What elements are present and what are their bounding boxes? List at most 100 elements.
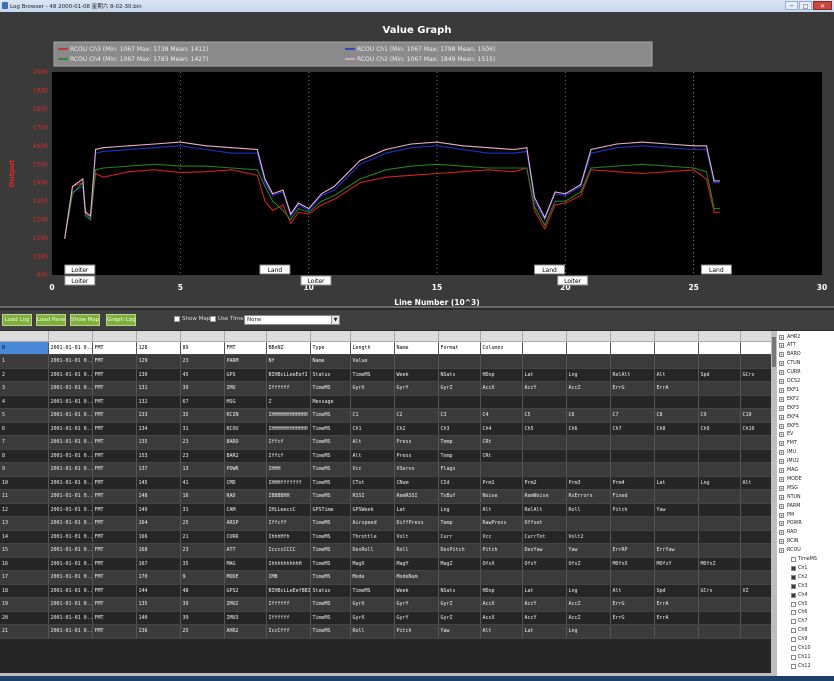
table-cell[interactable]: GPSTime (310, 503, 351, 517)
table-cell[interactable] (654, 395, 699, 409)
table-cell[interactable]: AccY (522, 597, 567, 612)
table-cell[interactable]: GyrY (394, 611, 439, 625)
table-cell[interactable]: 0 (0, 341, 49, 355)
table-cell[interactable]: GCrs (740, 368, 771, 382)
tree-group-node[interactable]: + DCS2 (779, 378, 800, 386)
table-cell[interactable]: 2001-01-01 0... (48, 341, 93, 355)
table-cell[interactable] (610, 570, 655, 585)
table-cell[interactable]: MOfsX (610, 557, 655, 571)
table-cell[interactable]: Roll (566, 503, 611, 517)
table-cell[interactable]: Press (394, 435, 439, 450)
table-cell[interactable]: Alt (740, 476, 771, 490)
table-cell[interactable]: 135 (136, 435, 181, 450)
table-cell[interactable]: 67 (180, 395, 225, 409)
tree-group-node[interactable]: + EKF4 (779, 413, 799, 421)
table-cell[interactable]: C3 (438, 408, 481, 423)
tree-group-node[interactable]: + RCOU (779, 547, 801, 555)
table-cell[interactable]: 149 (136, 503, 181, 517)
table-cell[interactable]: Alt (654, 368, 699, 382)
table-cell[interactable]: Lng (566, 624, 611, 639)
table-cell[interactable]: Spd (654, 584, 699, 598)
table-cell[interactable]: TimeMS (310, 489, 351, 504)
table-cell[interactable]: 2001-01-01 0... (48, 489, 93, 504)
table-cell[interactable]: GyrY (394, 597, 439, 612)
table-cell[interactable]: Name (394, 341, 439, 355)
table-cell[interactable]: Pitch (394, 624, 439, 639)
expand-icon[interactable]: + (779, 387, 784, 393)
table-cell[interactable]: BAR2 (224, 449, 267, 463)
grid-header-cell[interactable] (698, 331, 741, 342)
table-cell[interactable] (740, 435, 771, 450)
table-cell[interactable]: Alt (480, 503, 523, 517)
table-cell[interactable]: 2001-01-01 0... (48, 395, 93, 409)
graph-log-button[interactable]: Graph Log (106, 314, 136, 326)
table-cell[interactable]: 153 (136, 449, 181, 463)
table-cell[interactable]: Lat (522, 584, 567, 598)
table-cell[interactable]: 164 (136, 516, 181, 531)
field-checkbox[interactable] (791, 654, 796, 660)
table-cell[interactable]: FMT (92, 557, 137, 571)
table-cell[interactable]: FMT (92, 354, 137, 369)
table-cell[interactable] (438, 395, 481, 409)
table-cell[interactable]: Throttle (350, 530, 395, 544)
table-cell[interactable]: RCIN (224, 408, 267, 423)
table-cell[interactable] (698, 395, 741, 409)
table-cell[interactable]: 21 (180, 530, 225, 544)
table-cell[interactable]: IBBBBHH (266, 489, 311, 504)
table-row[interactable]: 9 2001-01-01 0... FMT 137 13 POWR IHHH TimeMS Vc… (0, 462, 771, 477)
grid-header-cell[interactable] (224, 331, 267, 342)
table-cell[interactable]: Pitch (610, 503, 655, 517)
table-cell[interactable]: TimeMS (310, 462, 351, 477)
field-checkbox[interactable] (791, 557, 796, 562)
table-cell[interactable]: AccX (480, 611, 523, 625)
tree-field-node[interactable]: Ch3 (791, 582, 807, 590)
table-cell[interactable] (522, 449, 567, 463)
table-cell[interactable]: 2001-01-01 0... (48, 435, 93, 450)
table-cell[interactable]: Length (350, 341, 395, 355)
table-cell[interactable]: IHLLeeccC (266, 503, 311, 517)
table-cell[interactable]: BIHBcLLeeEefI (266, 368, 311, 382)
grid-header-cell[interactable] (480, 331, 523, 342)
table-cell[interactable]: IHHHHHHHHHHHH (266, 408, 311, 423)
table-cell[interactable] (350, 395, 395, 409)
table-cell[interactable]: 2001-01-01 0... (48, 381, 93, 396)
table-cell[interactable]: Message (310, 395, 351, 409)
table-cell[interactable]: ErrA (654, 381, 699, 396)
table-cell[interactable]: GPSWeek (350, 503, 395, 517)
grid-header-cell[interactable] (310, 331, 351, 342)
table-cell[interactable] (698, 624, 741, 639)
table-cell[interactable] (438, 354, 481, 369)
table-cell[interactable]: TimeMS (350, 368, 395, 382)
table-cell[interactable] (654, 570, 699, 585)
table-cell[interactable]: MSG (224, 395, 267, 409)
table-cell[interactable]: FMT (92, 341, 137, 355)
table-cell[interactable] (566, 395, 611, 409)
field-checkbox[interactable] (791, 610, 796, 616)
table-cell[interactable] (698, 381, 741, 396)
table-cell[interactable]: CMD (224, 476, 267, 490)
tree-group-node[interactable]: + MODE (779, 475, 802, 483)
table-cell[interactable]: 11 (0, 489, 49, 504)
table-cell[interactable]: 5 (0, 408, 49, 423)
tree-group-node[interactable]: + EKF1 (779, 386, 799, 394)
table-cell[interactable]: Temp (438, 449, 481, 463)
table-cell[interactable]: Ch1 (350, 422, 395, 436)
table-cell[interactable]: Type (310, 341, 351, 355)
table-cell[interactable]: Yaw (654, 503, 699, 517)
table-row[interactable]: 16 2001-01-01 0... FMT 167 35 MAG IhhhhhhhhhH T… (0, 557, 771, 571)
table-cell[interactable]: Volt (394, 530, 439, 544)
table-cell[interactable]: IHHH (266, 462, 311, 477)
tree-group-node[interactable]: + ATT (779, 342, 796, 350)
table-cell[interactable]: Iffffff (266, 597, 311, 612)
table-cell[interactable] (698, 570, 741, 585)
chevron-down-icon[interactable]: ▼ (331, 316, 339, 324)
expand-icon[interactable]: + (779, 512, 784, 518)
expand-icon[interactable]: + (779, 405, 784, 411)
table-cell[interactable]: 19 (0, 597, 49, 612)
table-cell[interactable]: GyrX (350, 611, 395, 625)
table-cell[interactable]: Flags (438, 462, 481, 477)
table-cell[interactable] (698, 341, 741, 355)
table-row[interactable]: 19 2001-01-01 0... FMT 135 39 IMU2 Iffffff Time… (0, 597, 771, 612)
grid-header-cell[interactable] (740, 331, 771, 342)
table-cell[interactable]: FMT (92, 395, 137, 409)
